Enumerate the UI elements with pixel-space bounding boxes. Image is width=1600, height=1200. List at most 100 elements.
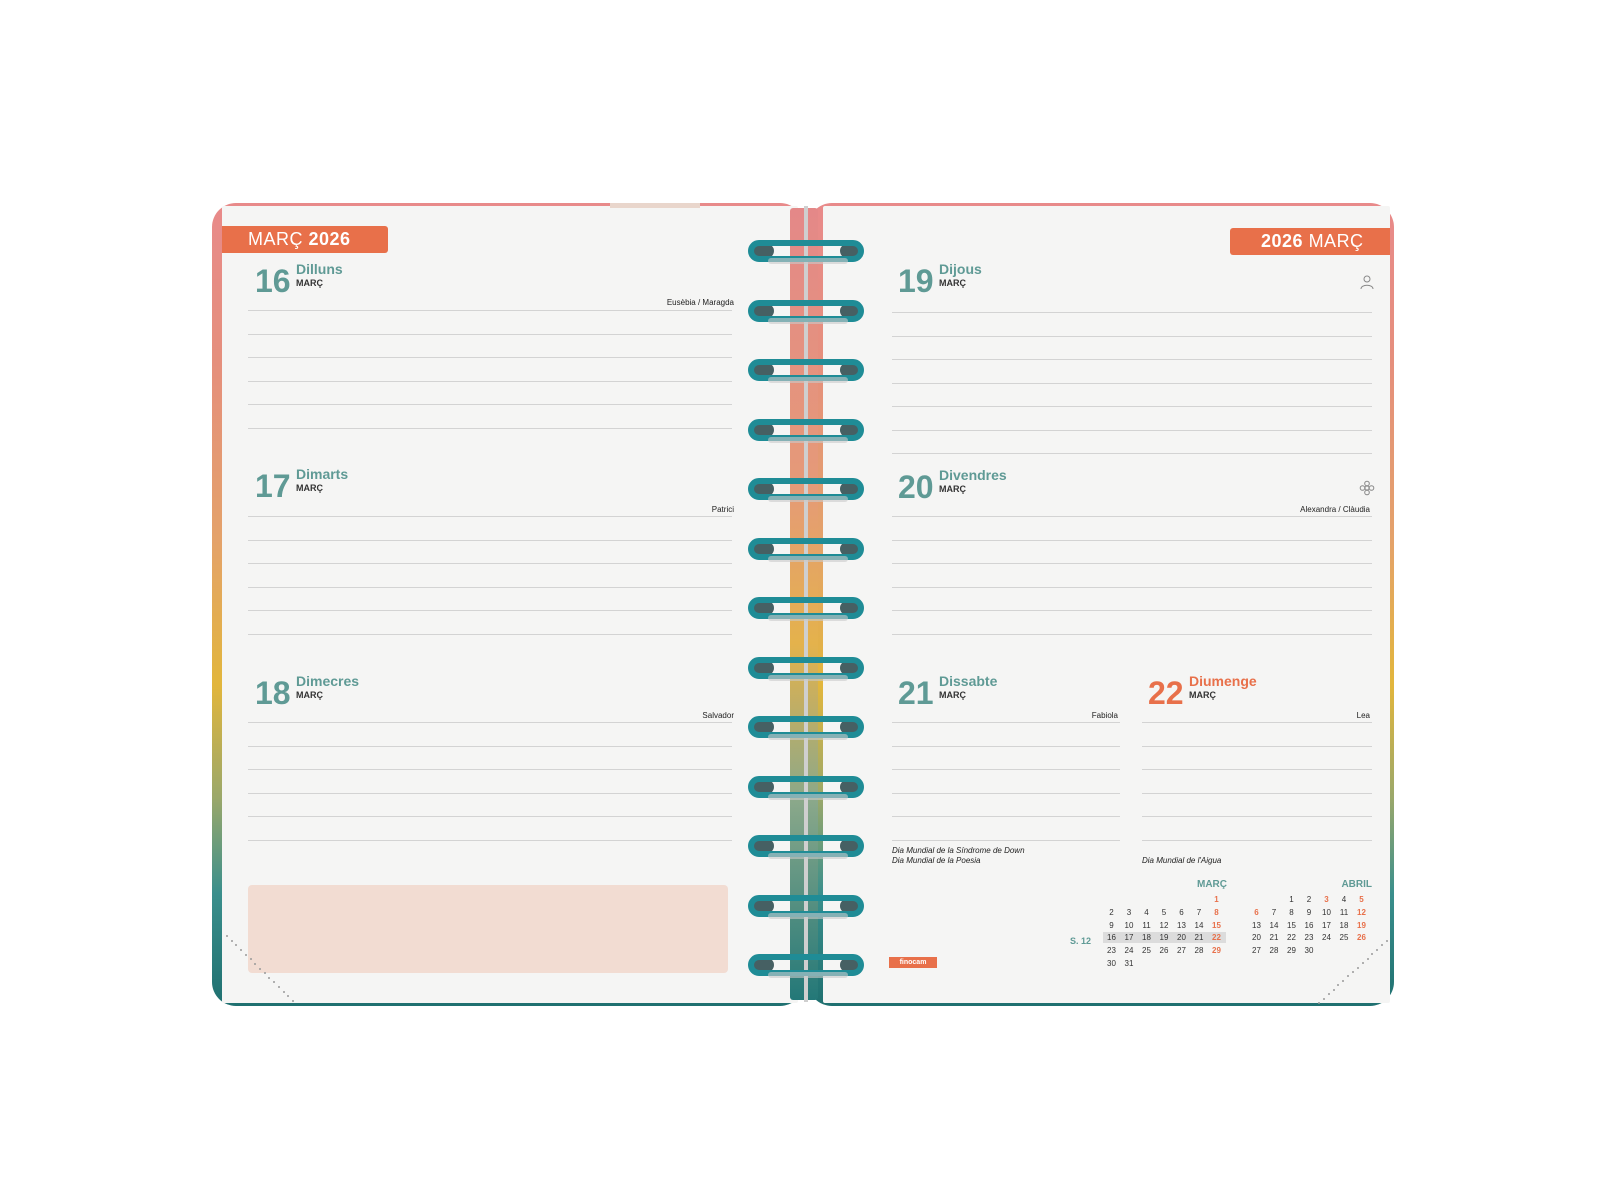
decor-dot [1361, 962, 1364, 965]
decor-dot [249, 958, 252, 961]
saint-names: Salvador [702, 711, 734, 720]
day-number: 20 [898, 469, 934, 505]
day-name: Dimecres [296, 673, 360, 689]
coil-ring [748, 238, 868, 268]
day-name: Dijous [939, 261, 982, 277]
writing-lines[interactable] [248, 722, 732, 863]
writing-lines[interactable] [248, 516, 732, 657]
mini-calendar-day: 24 [1322, 933, 1331, 943]
mini-calendar-day: 5 [1359, 895, 1364, 904]
decor-dot [292, 1000, 294, 1002]
saint-names: Eusèbia / Maragda [666, 298, 734, 307]
mini-calendar-day: 3 [1126, 907, 1132, 917]
mini-calendar-day: 30 [1304, 946, 1314, 956]
mini-calendar-day: 29 [1212, 946, 1221, 956]
decor-dot [226, 935, 228, 937]
day-number: 19 [898, 263, 934, 299]
mini-calendar-title: MARÇ [1197, 879, 1227, 890]
mini-calendar-day: 17 [1124, 933, 1134, 943]
tab-strip [610, 203, 700, 208]
event-item: Dia Mundial de la Síndrome de Down [892, 846, 1025, 855]
coil-ring [748, 298, 868, 328]
mini-calendar-day: 18 [1142, 933, 1151, 943]
day-month: MARÇ [939, 690, 966, 700]
decor-dot [1332, 988, 1335, 991]
saint-names: Patrici [711, 505, 734, 514]
mini-calendar-day: 16 [1304, 920, 1314, 930]
mini-calendar-day: 7 [1196, 907, 1202, 917]
day-month: MARÇ [296, 278, 323, 288]
day-number: 21 [898, 675, 934, 711]
decor-dot [244, 953, 247, 956]
mini-calendar-day: 20 [1177, 933, 1186, 943]
saint-names: Alexandra / Clàudia [1300, 505, 1370, 514]
coil-ring [748, 655, 868, 685]
mini-calendar-day: 5 [1161, 907, 1167, 917]
flower-icon [1359, 480, 1375, 496]
mini-calendar-day: 14 [1194, 920, 1204, 930]
mini-calendar-day: 20 [1252, 933, 1261, 943]
mini-calendar-day: 10 [1124, 920, 1134, 930]
saint-names: Lea [1356, 711, 1370, 720]
day-month: MARÇ [296, 690, 323, 700]
mini-calendar-day: 19 [1159, 933, 1169, 943]
coil-ring [748, 417, 868, 447]
decor-dot [277, 986, 280, 989]
notes-box[interactable] [248, 885, 728, 973]
mini-calendar-day: 12 [1357, 907, 1366, 917]
mini-calendar-day: 13 [1177, 920, 1186, 930]
mini-calendar-day: 22 [1212, 933, 1221, 943]
mini-calendar-day: 9 [1306, 907, 1312, 917]
mini-calendar-day: 4 [1144, 907, 1149, 917]
writing-lines[interactable] [892, 722, 1120, 863]
mini-calendar-day: 28 [1269, 946, 1279, 956]
mini-calendar-day: 26 [1357, 933, 1366, 943]
mini-calendar-day: 12 [1159, 920, 1169, 930]
coil-ring [748, 952, 868, 982]
decor-dot [263, 972, 266, 975]
writing-lines[interactable] [1142, 722, 1372, 863]
mini-calendar-day: 6 [1179, 907, 1184, 917]
decor-dot [282, 990, 285, 993]
mini-calendar-march: MARÇ 1 2 3 4 5 6 7 8 9 10 11 12 13 14 15 16 17 18 19 20 21 22 2… [1103, 879, 1227, 980]
day-number: 22 [1148, 675, 1184, 711]
event-item: Dia Mundial de l'Aigua [1142, 856, 1222, 865]
mini-calendar-day: 4 [1341, 895, 1347, 904]
day-name: Dimarts [296, 466, 349, 482]
month-tab-right: 2026 MARÇ [1230, 228, 1390, 255]
mini-calendar-day: 11 [1142, 920, 1151, 930]
writing-lines[interactable] [892, 312, 1372, 477]
coil-ring [748, 357, 868, 387]
mini-calendar-day: 24 [1124, 946, 1134, 956]
event-item: Dia Mundial de la Poesia [892, 856, 981, 865]
day-number: 18 [255, 675, 291, 711]
mini-calendar-day: 1 [1289, 895, 1294, 904]
writing-lines[interactable] [892, 516, 1372, 657]
mini-calendar-day: 7 [1271, 907, 1277, 917]
mini-calendar-day: 14 [1269, 920, 1279, 930]
mini-calendar-april: ABRIL 1 2 3 4 5 6 7 8 9 10 11 12 13 14 15 16 17 18 19 20 21 22… [1248, 879, 1372, 980]
decor-dot [1356, 966, 1359, 969]
mini-calendar-day: 23 [1107, 946, 1116, 956]
day-name: Dissabte [939, 673, 998, 689]
events-list: Dia Mundial de l'Aigua [1142, 856, 1221, 866]
decor-dot [1366, 957, 1369, 960]
decor-dot [1352, 971, 1354, 973]
mini-calendar-day: 3 [1324, 895, 1329, 904]
decor-dot [1318, 1002, 1320, 1004]
year-label: 2026 [1261, 231, 1304, 251]
mini-calendar-day: 2 [1109, 907, 1114, 917]
mini-calendar-day: 6 [1254, 907, 1259, 917]
mini-calendar-day: 15 [1287, 920, 1296, 930]
day-number: 17 [255, 468, 291, 504]
mini-calendar-day: 8 [1289, 907, 1294, 917]
mini-calendar-day: 30 [1107, 959, 1116, 968]
mini-calendar-day: 22 [1287, 933, 1296, 943]
mini-calendar-day: 13 [1252, 920, 1261, 930]
year-label: 2026 [308, 229, 351, 249]
day-name: Divendres [939, 467, 1007, 483]
day-name: Dilluns [296, 261, 343, 277]
mini-calendar-day: 21 [1194, 933, 1204, 943]
day-month: MARÇ [939, 278, 966, 288]
writing-lines[interactable] [248, 310, 732, 451]
